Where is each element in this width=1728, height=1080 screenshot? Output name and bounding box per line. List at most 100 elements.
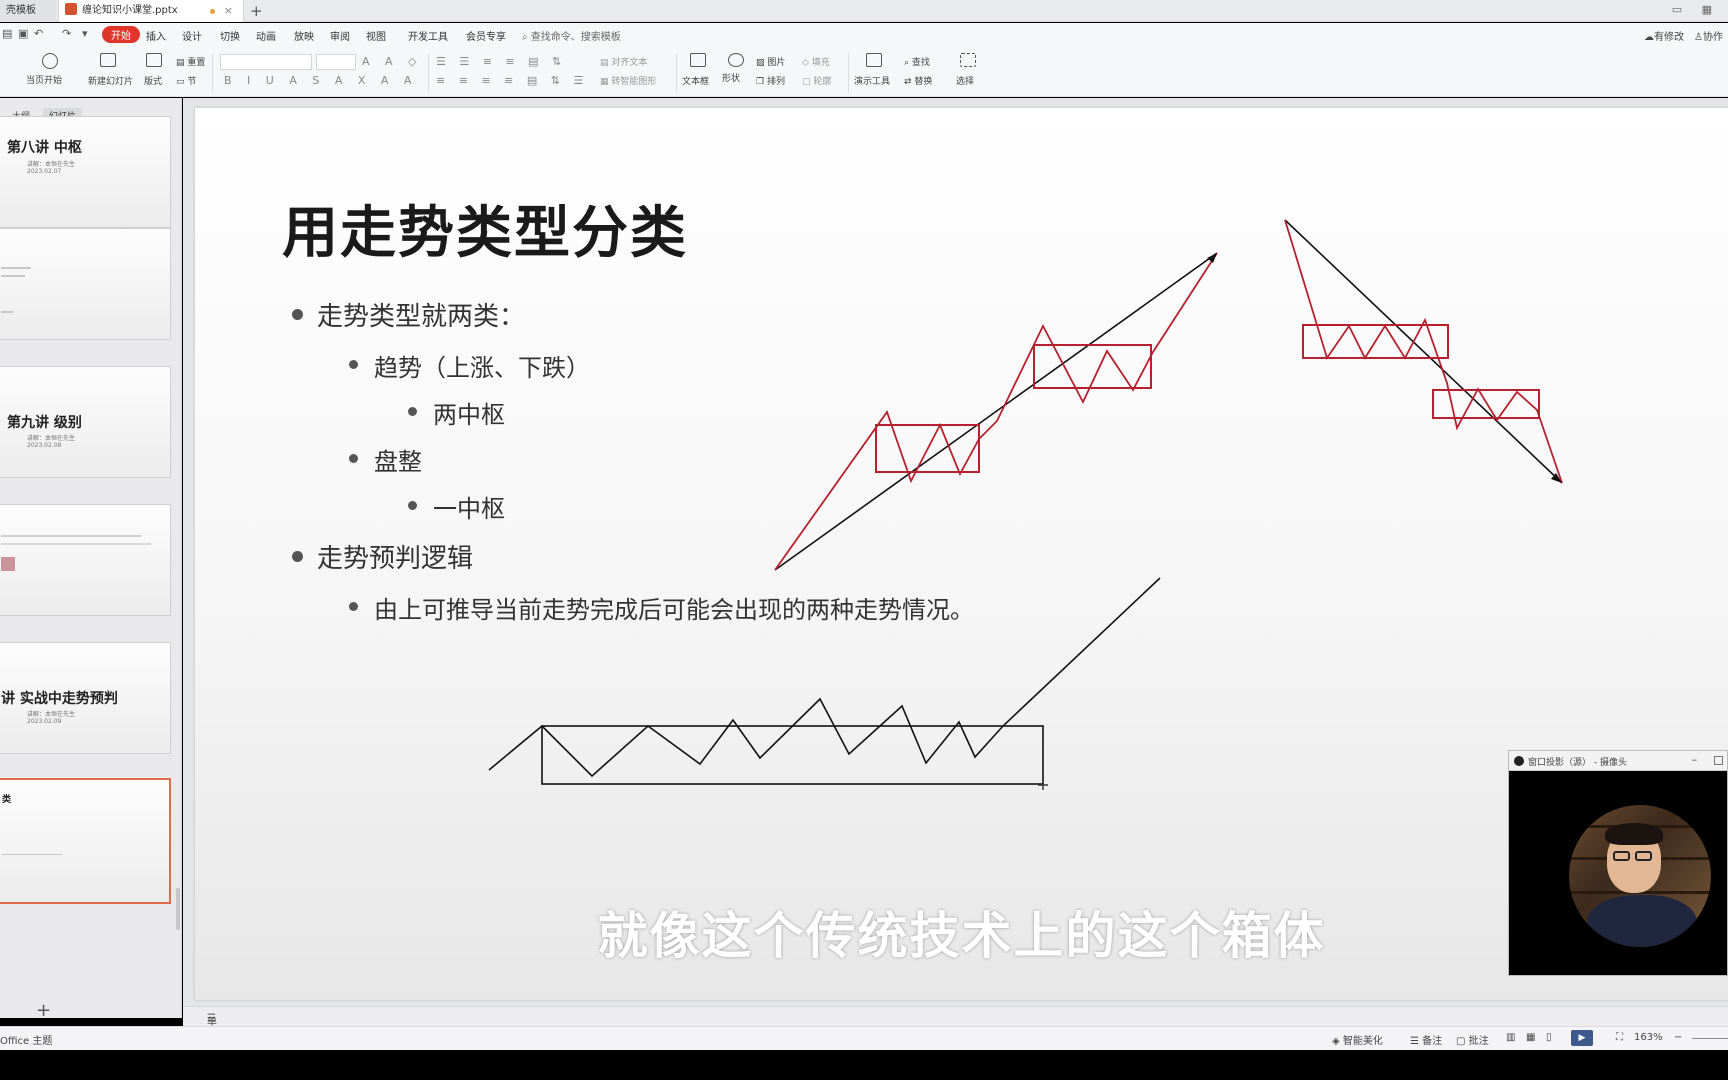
slide-thumb-sub: 讲解：本恒在先生 <box>27 711 76 718</box>
thumb-text-line <box>2 854 62 855</box>
new-tab-button[interactable]: + <box>250 0 263 22</box>
menu-transition[interactable]: 切换 <box>220 28 240 43</box>
zoom-out-icon[interactable]: − <box>1674 1032 1682 1043</box>
slide-canvas[interactable]: 用走势类型分类 走势类型就两类： 趋势（上涨、下跌） 两中枢 盘整 一中枢 走势… <box>195 108 1728 1000</box>
slide-thumb-2[interactable] <box>0 228 171 340</box>
save-icon[interactable]: ▤ <box>2 27 12 40</box>
menu-home[interactable]: 开始 <box>102 26 140 43</box>
menu-slideshow[interactable]: 放映 <box>294 28 314 43</box>
bullet-level1[interactable]: 走势预判逻辑 <box>291 538 473 575</box>
bullet-level2[interactable]: 由上可推导当前走势完成后可能会出现的两种走势情况。 <box>349 590 974 625</box>
shape-button[interactable]: 形状 <box>722 53 744 84</box>
tab-document-label: 缠论知识小课堂.pptx <box>82 5 178 16</box>
slide-thumb-4[interactable] <box>0 504 171 616</box>
normal-view-icon[interactable]: ▥ <box>1506 1032 1515 1043</box>
command-search[interactable]: ⌕ 查找命令、搜索模板 <box>522 28 621 43</box>
section-button[interactable]: ▭ 节 <box>176 74 196 87</box>
webcam-window[interactable]: 窗口投影（源） - 摄像头 – <box>1508 750 1728 976</box>
glasses-icon <box>1635 851 1652 861</box>
find-button[interactable]: ⌕ 查找 <box>904 55 930 68</box>
menu-insert[interactable]: 插入 <box>146 28 166 43</box>
window-layout-icons[interactable]: ▭ ▦ <box>1672 3 1720 16</box>
tab-template[interactable]: 壳模板 <box>0 0 56 22</box>
slideshow-play-button[interactable]: ▶ <box>1571 1030 1593 1046</box>
align-text-button[interactable]: ▤ 对齐文本 <box>600 55 647 68</box>
close-tab-icon[interactable]: × <box>224 0 233 22</box>
menu-developer[interactable]: 开发工具 <box>408 28 448 43</box>
outline-label: 轮廓 <box>813 77 832 87</box>
zoom-level[interactable]: 163% <box>1634 1032 1663 1043</box>
bullet-level1[interactable]: 走势类型就两类： <box>291 296 525 333</box>
slide-editor: 用走势类型分类 走势类型就两类： 趋势（上涨、下跌） 两中枢 盘整 一中枢 走势… <box>183 98 1728 1006</box>
presenter-hair <box>1605 823 1663 845</box>
bullet-level3[interactable]: 两中枢 <box>408 395 505 430</box>
reset-button[interactable]: ▤ 重置 <box>176 55 205 68</box>
obs-logo-icon <box>1514 756 1524 766</box>
slide-thumb-1[interactable]: 第八讲 中枢 讲解：本恒在先生 2023.02.07 <box>0 116 171 228</box>
redo-icon[interactable]: ↷ <box>62 27 71 40</box>
comments-label: 批注 <box>1468 1036 1489 1047</box>
minimize-icon[interactable]: – <box>1692 753 1698 766</box>
arrange-icon: ❐ <box>756 77 765 87</box>
layout-button[interactable]: 版式 <box>144 53 162 87</box>
notes-bar[interactable]: ☰ 单击此处添加备注 <box>183 1006 1728 1080</box>
slide-sorter-icon[interactable]: ▦ <box>1526 1032 1535 1043</box>
reading-view-icon[interactable]: ▯ <box>1546 1032 1552 1043</box>
add-slide-button[interactable]: + <box>36 1000 51 1021</box>
ribbon-divider <box>212 53 213 93</box>
textbox-button[interactable]: 文本框 <box>682 53 709 87</box>
zoom-slider[interactable] <box>1692 1038 1728 1039</box>
bullet-level3[interactable]: 一中枢 <box>408 489 505 524</box>
menu-member[interactable]: 会员专享 <box>466 28 506 43</box>
webcam-title: 窗口投影（源） - 摄像头 <box>1528 758 1627 768</box>
comments-button[interactable]: ▢ 批注 <box>1456 1032 1489 1047</box>
smart-beautify-label: 智能美化 <box>1342 1036 1383 1047</box>
slide-thumb-5[interactable]: 讲 实战中走势预判 讲解：本恒在先生 2023.02.09 <box>0 642 171 754</box>
unsaved-status[interactable]: ☁有修改 <box>1644 28 1684 43</box>
maximize-icon[interactable] <box>1714 756 1723 765</box>
font-name-select[interactable] <box>220 54 312 70</box>
comment-icon: ▢ <box>1456 1036 1466 1047</box>
fill-button[interactable]: ◇ 填充 <box>802 55 830 68</box>
replace-button[interactable]: ⇄ 替换 <box>904 74 932 87</box>
webcam-titlebar[interactable]: 窗口投影（源） - 摄像头 – <box>1509 751 1727 771</box>
smart-shape-button[interactable]: ▦ 转智能图形 <box>600 74 656 87</box>
slide-thumb-6-selected[interactable]: 类 <box>0 778 171 904</box>
select-button[interactable]: 选择 <box>956 53 976 87</box>
reset-icon: ▤ <box>176 58 185 68</box>
list-buttons[interactable]: ☰ ☰ ≡ ≡ ▤ ⇅ <box>436 55 566 68</box>
picture-button[interactable]: ▨ 图片 <box>756 55 785 68</box>
font-size-adjust-buttons[interactable]: A A ◇ <box>362 55 423 68</box>
smart-beautify-button[interactable]: ◈ 智能美化 <box>1332 1032 1383 1047</box>
new-slide-button[interactable]: 新建幻灯片 <box>88 53 133 87</box>
undo-icon[interactable]: ↶ <box>34 27 43 40</box>
thumb-text-line <box>1 267 31 269</box>
font-size-select[interactable] <box>316 54 356 70</box>
bullet-level2[interactable]: 盘整 <box>349 442 422 477</box>
slide-title[interactable]: 用走势类型分类 <box>282 188 688 269</box>
reset-label: 重置 <box>187 58 206 68</box>
collab-button[interactable]: ♙协作 <box>1694 28 1723 43</box>
font-format-buttons[interactable]: B I U A S A X A A <box>224 74 417 87</box>
pptx-file-icon <box>65 3 77 15</box>
outline-button[interactable]: ▢ 轮廓 <box>802 74 831 87</box>
menu-animation[interactable]: 动画 <box>256 28 276 43</box>
cloud-icon: ☁ <box>1644 32 1654 43</box>
slides-panel: 大纲 幻灯片 第八讲 中枢 讲解：本恒在先生 2023.02.07 第九讲 级别… <box>0 98 182 1021</box>
customize-qa-icon[interactable]: ▾ <box>82 27 88 40</box>
bullet-level2[interactable]: 趋势（上涨、下跌） <box>349 348 590 383</box>
menu-design[interactable]: 设计 <box>182 28 202 43</box>
fit-window-icon[interactable]: ⛶ <box>1616 1032 1623 1043</box>
paragraph-align-buttons[interactable]: ≡ ≡ ≡ ≡ ▤ ⇅ ☰ <box>436 74 588 87</box>
print-preview-icon[interactable]: ▣ <box>18 27 28 40</box>
slides-scrollbar[interactable] <box>176 888 180 930</box>
present-from-current-button[interactable]: 当页开始 <box>26 53 62 86</box>
menu-view[interactable]: 视图 <box>366 28 386 43</box>
bottom-black-bar <box>0 1050 1728 1080</box>
arrange-button[interactable]: ❐ 排列 <box>756 74 785 87</box>
slide-thumb-3[interactable]: 第九讲 级别 讲解：本恒在先生 2023.02.08 <box>0 366 171 478</box>
present-tools-button[interactable]: 演示工具 <box>854 53 890 87</box>
menu-review[interactable]: 审阅 <box>330 28 350 43</box>
tab-document[interactable]: 缠论知识小课堂.pptx × <box>58 0 244 22</box>
notes-toggle-button[interactable]: ☰ 备注 <box>1410 1032 1442 1047</box>
